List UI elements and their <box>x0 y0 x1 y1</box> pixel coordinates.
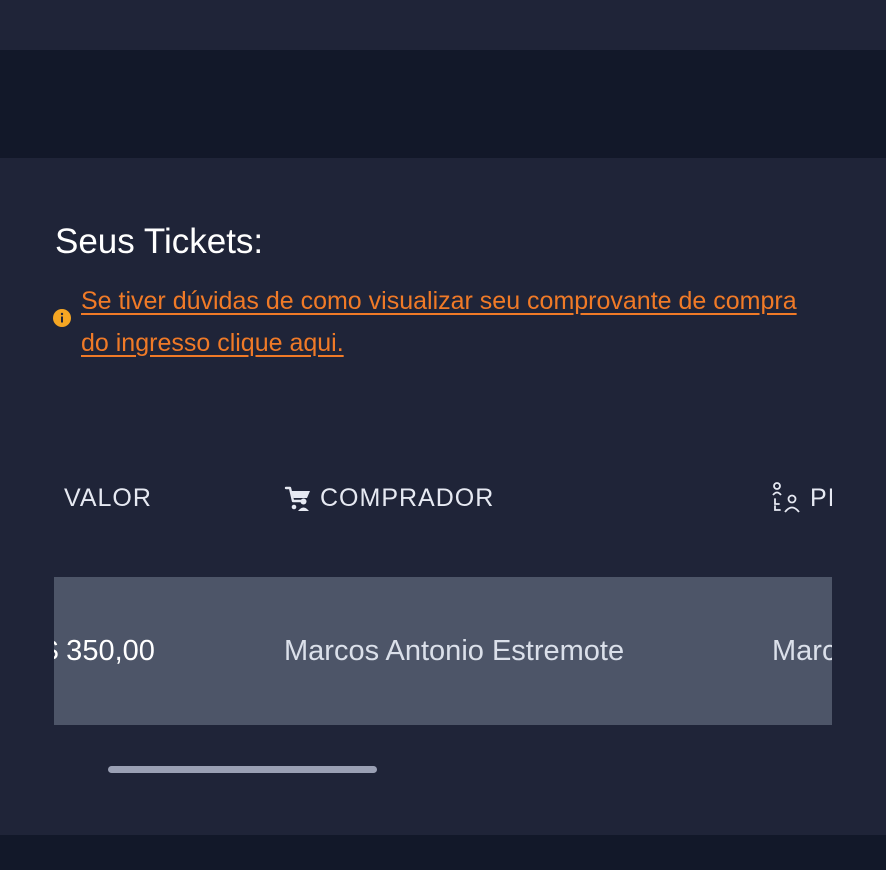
help-link[interactable]: Se tiver dúvidas de como visualizar seu … <box>81 280 821 364</box>
page-title: Seus Tickets: <box>55 222 264 261</box>
column-header-valor[interactable]: VALOR <box>64 480 152 516</box>
cell-comprador: Marcos Antonio Estremote <box>284 634 625 667</box>
column-header-valor-label: VALOR <box>64 483 152 512</box>
column-header-comprador[interactable]: COMPRADOR <box>284 480 494 516</box>
cart-user-icon <box>284 486 310 511</box>
column-header-comprador-label: COMPRADOR <box>320 483 495 512</box>
header-bar <box>0 50 886 158</box>
horizontal-scrollbar[interactable] <box>108 766 377 773</box>
tickets-table[interactable]: VALOR COMPRADOR PI $ 350,00 Marcos Anton… <box>54 460 832 730</box>
info-icon <box>53 309 71 327</box>
column-header-third[interactable]: PI <box>770 480 832 516</box>
user-transfer-icon <box>772 482 800 513</box>
bottom-bar <box>0 835 886 870</box>
column-header-third-label: PI <box>810 483 832 512</box>
cell-third: Marc <box>772 634 832 667</box>
top-strip <box>0 0 886 50</box>
cell-valor: $ 350,00 <box>54 634 155 667</box>
table-row[interactable]: $ 350,00 Marcos Antonio Estremote Marc <box>54 577 832 725</box>
